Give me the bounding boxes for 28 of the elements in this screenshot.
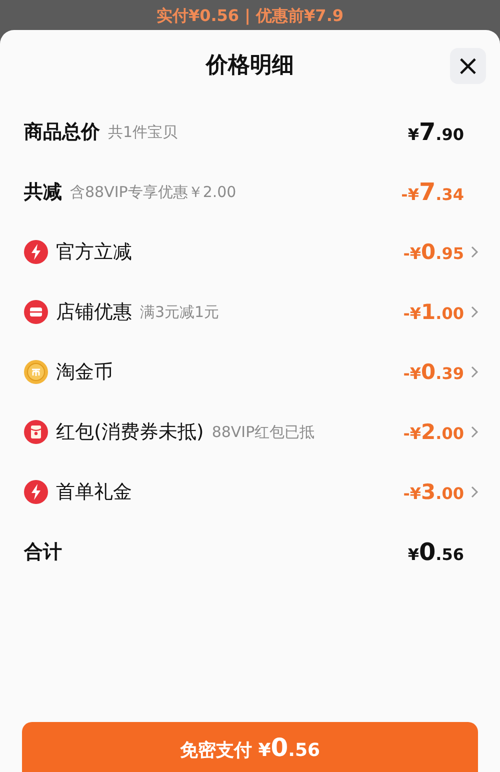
backdrop-text: 实付¥0.56 | 优惠前¥7.9 (156, 6, 344, 27)
row-amount: -¥2.00 (403, 420, 464, 444)
row-label: 商品总价 (24, 120, 100, 145)
row-amount: ¥7.90 (408, 118, 464, 146)
row-amount: -¥0.95 (403, 240, 464, 264)
coin-icon (24, 360, 48, 384)
row-amount: -¥7.34 (401, 178, 464, 206)
row-amount: -¥1.00 (403, 300, 464, 324)
row-amount: -¥3.00 (403, 480, 464, 504)
row-note: 含88VIP专享优惠￥2.00 (70, 182, 236, 202)
row-label: 红包(消费券未抵) (56, 420, 204, 445)
row-label: 首单礼金 (56, 480, 132, 505)
row-note: 88VIP红包已抵 (212, 422, 315, 442)
bolt-icon (24, 240, 48, 264)
row-label: 淘金币 (56, 360, 113, 385)
row-amount: ¥0.56 (408, 538, 464, 566)
close-button[interactable]: × (450, 48, 486, 84)
row-note: 共1件宝贝 (108, 122, 178, 142)
row-label: 共减 (24, 180, 62, 205)
row-label: 官方立减 (56, 240, 132, 265)
row-note: 满3元减1元 (140, 302, 220, 322)
sheet-title: 价格明细 (206, 52, 294, 80)
envelope-icon (24, 420, 48, 444)
coupon-icon (24, 300, 48, 324)
row-label: 店铺优惠 (56, 300, 132, 325)
row-amount: -¥0.39 (403, 360, 464, 384)
bolt-icon (24, 480, 48, 504)
row-label: 合计 (24, 540, 62, 565)
